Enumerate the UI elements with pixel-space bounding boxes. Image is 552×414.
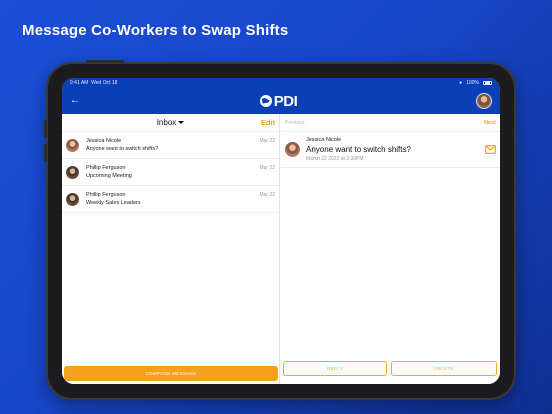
avatar: [66, 165, 79, 179]
message-preview: Upcoming Meeting: [86, 173, 132, 179]
inbox-dropdown[interactable]: Inbox: [157, 118, 185, 127]
battery-percent: 100%: [466, 80, 479, 86]
inbox-pane: Inbox Edit Jessica Nicole Anyone want to…: [62, 114, 280, 384]
next-button[interactable]: Next: [484, 120, 496, 126]
tablet-side-button: [44, 144, 47, 162]
tablet-top-button: [86, 60, 124, 63]
avatar: [285, 142, 300, 157]
tablet-side-button: [44, 120, 47, 138]
detail-subject: Anyone want to switch shifts?: [306, 145, 411, 154]
status-right: ● 100%: [459, 80, 492, 86]
message-row[interactable]: Phillip Ferguson Upcoming Meeting Mar 22: [62, 159, 279, 186]
message-detail-pane: Previous Next Jessica Nicole Anyone want…: [281, 114, 500, 384]
edit-button[interactable]: Edit: [261, 118, 275, 127]
caret-down-icon: [178, 121, 185, 124]
message-row[interactable]: Phillip Ferguson Weekly Sales Leaders Ma…: [62, 186, 279, 213]
globe-icon: [259, 95, 272, 107]
message-sender: Phillip Ferguson: [86, 165, 126, 171]
promo-title: Message Co-Workers to Swap Shifts: [22, 22, 289, 39]
delete-button[interactable]: DELETE: [391, 361, 497, 376]
pdi-logo: PDI: [259, 93, 298, 110]
battery-icon: [483, 81, 492, 85]
status-bar: 9:41 AM Wed Oct 18 ● 100%: [62, 78, 500, 88]
top-nav-bar: ← PDI: [62, 88, 500, 114]
message-detail: Jessica Nicole Anyone want to switch shi…: [281, 132, 500, 168]
status-time-date: 9:41 AM Wed Oct 18: [70, 80, 118, 86]
detail-header: Previous Next: [281, 114, 500, 132]
detail-sender: Jessica Nicole: [306, 137, 342, 143]
message-row[interactable]: Jessica Nicole Anyone want to switch shi…: [62, 132, 279, 159]
wifi-icon: ●: [459, 80, 463, 86]
avatar: [66, 192, 79, 206]
message-sender: Jessica Nicole: [86, 138, 122, 144]
user-avatar[interactable]: [475, 93, 492, 109]
previous-button[interactable]: Previous: [285, 120, 304, 126]
message-sender: Phillip Ferguson: [86, 192, 126, 198]
message-preview: Anyone want to switch shifts?: [86, 146, 159, 152]
envelope-icon[interactable]: [485, 145, 496, 154]
message-date: Mar 22: [259, 165, 275, 171]
app-screen: 9:41 AM Wed Oct 18 ● 100% ← PDI Inbox Ed…: [62, 78, 500, 384]
detail-date: March 22 2022 at 2:30PM: [306, 156, 364, 162]
message-date: Mar 22: [259, 192, 275, 198]
back-arrow-icon[interactable]: ←: [70, 96, 80, 106]
compose-message-button[interactable]: COMPOSE MESSAGE: [64, 366, 278, 381]
message-date: Mar 22: [259, 138, 275, 144]
reply-button[interactable]: REPLY: [283, 361, 387, 376]
inbox-header: Inbox Edit: [62, 114, 279, 132]
avatar: [66, 138, 79, 152]
message-preview: Weekly Sales Leaders: [86, 200, 141, 206]
